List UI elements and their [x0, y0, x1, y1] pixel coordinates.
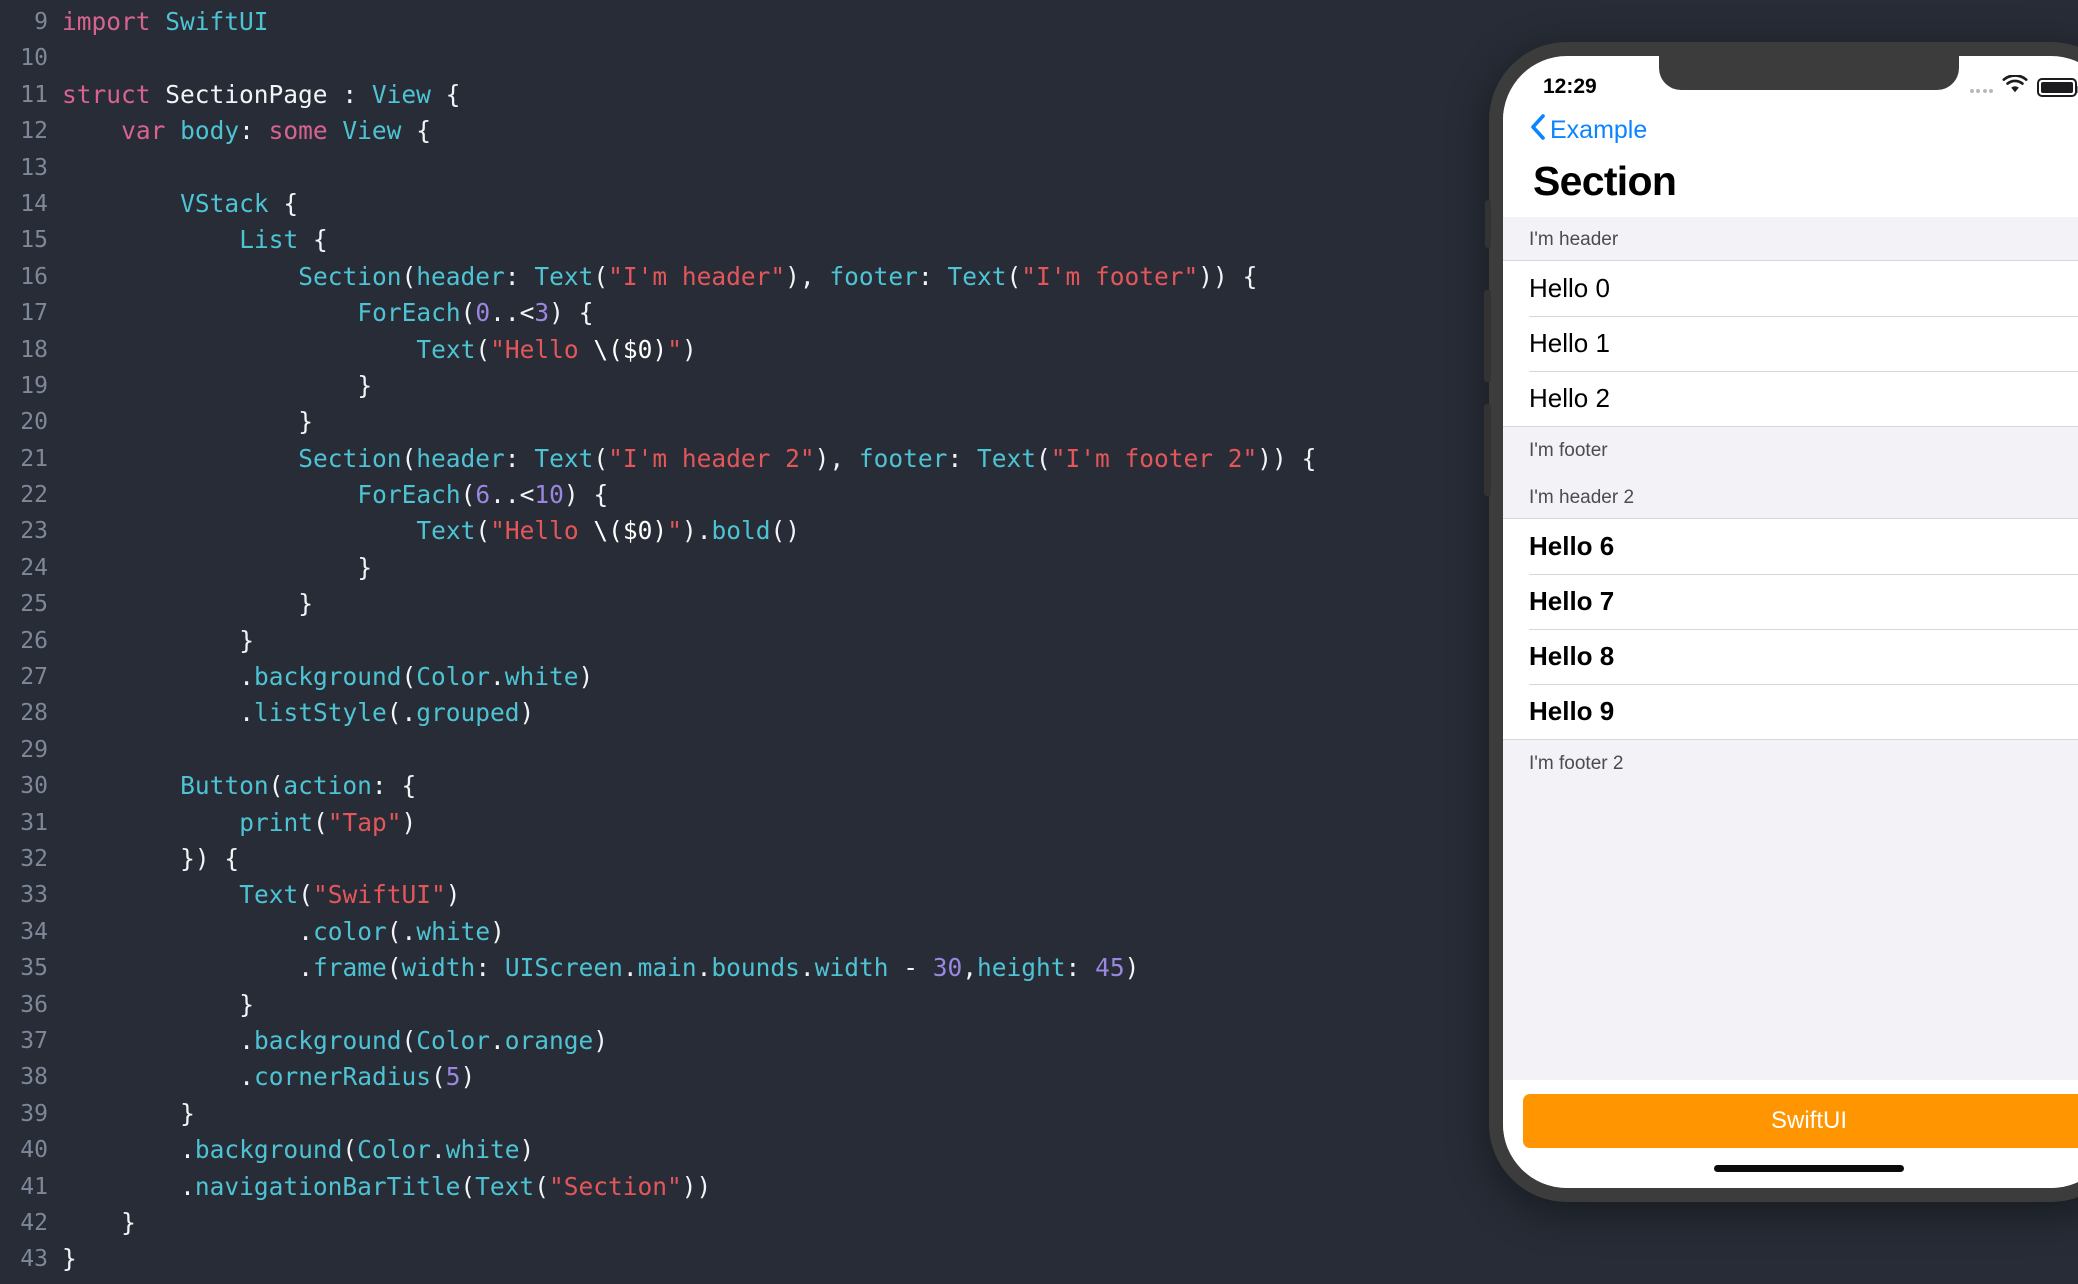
- status-time: 12:29: [1543, 75, 1597, 98]
- line-number: 19: [20, 372, 48, 399]
- list-item[interactable]: Hello 7: [1503, 574, 2078, 629]
- line-number: 17: [20, 300, 48, 327]
- back-button-label: Example: [1550, 115, 1648, 144]
- line-number: 43: [20, 1246, 48, 1273]
- line-number: 13: [20, 154, 48, 181]
- code-line[interactable]: 9 import SwiftUI: [0, 4, 2078, 40]
- section-footer: I'm footer 2: [1503, 740, 2078, 788]
- line-number: 35: [20, 955, 48, 982]
- line-number: 40: [20, 1137, 48, 1164]
- line-number: 34: [20, 918, 48, 945]
- line-number: 27: [20, 664, 48, 691]
- line-number: 41: [20, 1173, 48, 1200]
- list-item[interactable]: Hello 0: [1503, 261, 2078, 316]
- line-number: 15: [20, 227, 48, 254]
- line-number: 20: [20, 409, 48, 436]
- list-item[interactable]: Hello 8: [1503, 629, 2078, 684]
- swiftui-button[interactable]: SwiftUI: [1523, 1094, 2078, 1148]
- section-body[interactable]: Hello 0 Hello 1 Hello 2: [1503, 260, 2078, 427]
- line-number: 36: [20, 991, 48, 1018]
- phone-screen: 12:29 Example Section I'm header Hello 0…: [1503, 56, 2078, 1188]
- code-line-text: import SwiftUI: [62, 7, 269, 36]
- line-number: 39: [20, 1100, 48, 1127]
- line-number: 30: [20, 773, 48, 800]
- mute-switch[interactable]: [1485, 200, 1491, 248]
- line-number: 22: [20, 482, 48, 509]
- line-number: 10: [20, 45, 48, 72]
- grouped-list[interactable]: I'm header Hello 0 Hello 1 Hello 2 I'm f…: [1503, 217, 2078, 1080]
- code-line-text: }: [121, 1207, 136, 1237]
- line-number: 11: [20, 81, 48, 108]
- section-body[interactable]: Hello 6 Hello 7 Hello 8 Hello 9: [1503, 518, 2078, 740]
- bottom-bar: SwiftUI: [1503, 1080, 2078, 1148]
- code-line[interactable]: 42 }: [0, 1205, 2078, 1241]
- line-number: 23: [20, 518, 48, 545]
- page-title: Section: [1533, 158, 1677, 204]
- line-number: 42: [20, 1209, 48, 1236]
- line-number: 18: [20, 336, 48, 363]
- line-number: 31: [20, 809, 48, 836]
- signal-dots-icon: [1969, 81, 1993, 93]
- list-item[interactable]: Hello 6: [1503, 519, 2078, 574]
- line-number: 32: [20, 845, 48, 872]
- line-number: 16: [20, 263, 48, 290]
- list-item[interactable]: Hello 1: [1503, 316, 2078, 371]
- chevron-left-icon: [1529, 113, 1546, 148]
- list-item[interactable]: Hello 2: [1503, 371, 2078, 426]
- navigation-bar: Example Section: [1503, 108, 2078, 217]
- line-number: 33: [20, 882, 48, 909]
- list-item[interactable]: Hello 9: [1503, 684, 2078, 739]
- section-header: I'm header: [1503, 217, 2078, 260]
- wifi-icon: [2002, 73, 2028, 100]
- notch: [1659, 56, 1959, 90]
- iphone-mockup: 12:29 Example Section I'm header Hello 0…: [1484, 42, 2078, 1202]
- line-number: 14: [20, 190, 48, 217]
- line-number: 38: [20, 1064, 48, 1091]
- line-number: 28: [20, 700, 48, 727]
- line-number: 21: [20, 445, 48, 472]
- line-number: 9: [34, 9, 48, 35]
- line-number: 26: [20, 627, 48, 654]
- line-number: 12: [20, 118, 48, 145]
- section-footer: I'm footer: [1503, 427, 2078, 475]
- section-header: I'm header 2: [1503, 475, 2078, 518]
- line-number: 25: [20, 591, 48, 618]
- volume-up-button[interactable]: [1484, 290, 1491, 382]
- back-button[interactable]: Example: [1529, 108, 2078, 152]
- volume-down-button[interactable]: [1484, 404, 1491, 496]
- home-indicator[interactable]: [1714, 1164, 1904, 1172]
- line-number: 37: [20, 1027, 48, 1054]
- line-number: 29: [20, 736, 48, 763]
- code-line-text: }: [62, 1244, 77, 1274]
- code-line[interactable]: 43}: [0, 1241, 2078, 1277]
- home-indicator-area: [1503, 1148, 2078, 1188]
- battery-full-icon: [2037, 77, 2078, 97]
- line-number: 24: [20, 554, 48, 581]
